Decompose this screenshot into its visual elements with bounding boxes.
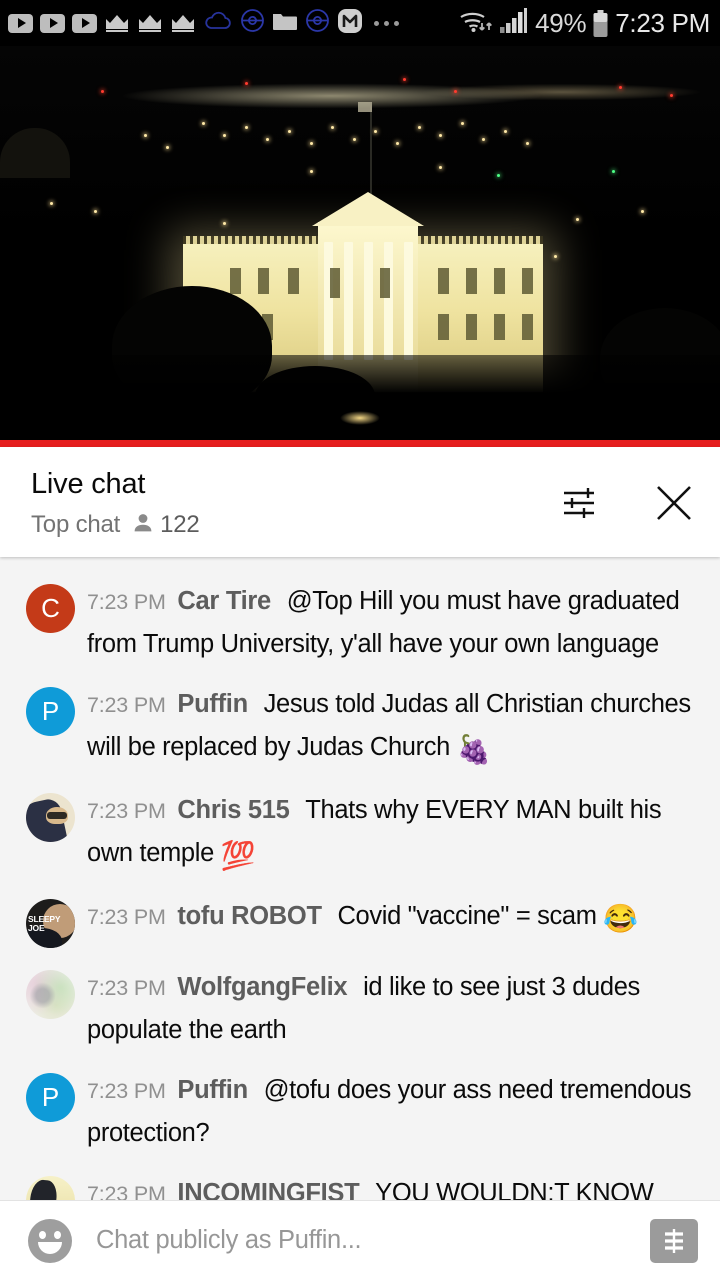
list-item[interactable]: 7:23 PM INCOMINGFIST YOU WOULDN;T KNOW C…	[0, 1163, 720, 1200]
viewer-count: 122	[160, 511, 200, 539]
chat-input[interactable]: Chat publicly as Puffin...	[72, 1226, 650, 1255]
list-item[interactable]: C 7:23 PM Car Tire @Top Hill you must ha…	[0, 571, 720, 674]
list-item[interactable]: P 7:23 PM Puffin @tofu does your ass nee…	[0, 1060, 720, 1163]
message-author[interactable]: Car Tire	[177, 587, 271, 615]
message-author[interactable]: Chris 515	[177, 796, 289, 824]
message-body: 7:23 PM Car Tire @Top Hill you must have…	[75, 580, 698, 665]
chat-settings-tune-icon[interactable]	[560, 481, 604, 525]
message-body: 7:23 PM Puffin Jesus told Judas all Chri…	[75, 683, 698, 771]
fountain-light	[340, 411, 380, 425]
message-timestamp: 7:23 PM	[87, 1079, 166, 1103]
crown-icon	[170, 12, 196, 34]
battery-percent-label: 49%	[535, 7, 587, 38]
super-chat-dollar-icon[interactable]	[650, 1218, 698, 1263]
message-author[interactable]: Puffin	[177, 1076, 248, 1104]
android-status-bar: 49% 7:23 PM	[0, 0, 720, 46]
message-text: Covid "vaccine" = scam	[337, 902, 597, 930]
message-body: 7:23 PM Chris 515 Thats why EVERY MAN bu…	[75, 789, 698, 877]
avatar[interactable]	[26, 1176, 75, 1200]
avatar[interactable]	[26, 970, 75, 1019]
message-body: 7:23 PM INCOMINGFIST YOU WOULDN;T KNOW C…	[75, 1172, 698, 1200]
emoji-smiley-icon[interactable]	[28, 1218, 72, 1263]
message-timestamp: 7:23 PM	[87, 905, 166, 929]
cloud-icon	[203, 10, 233, 37]
youtube-live-chat-screen: 49% 7:23 PM Live chat Top chat 122 C 7:2…	[0, 0, 720, 1280]
cellular-signal-icon	[499, 7, 529, 39]
list-item[interactable]: SLEEPY JOE 7:23 PM tofu ROBOT Covid "vac…	[0, 886, 720, 957]
chat-mode-selector[interactable]: Top chat	[31, 511, 120, 539]
page-title: Live chat	[31, 468, 146, 500]
grapes-emoji: 🍇	[456, 734, 492, 765]
chat-subheader: Top chat 122	[31, 511, 560, 539]
message-body: 7:23 PM tofu ROBOT Covid "vaccine" = sca…	[75, 895, 698, 940]
avatar[interactable]: SLEEPY JOE	[26, 899, 75, 948]
message-text: Thats why EVERY MAN built his own temple	[87, 796, 662, 867]
person-icon	[132, 512, 154, 539]
message-body: 7:23 PM Puffin @tofu does your ass need …	[75, 1069, 698, 1154]
avatar[interactable]: P	[26, 1073, 75, 1122]
folder-icon	[272, 10, 298, 36]
message-text: id like to see just 3 dudes populate the…	[87, 973, 640, 1044]
overflow-dots-icon	[370, 20, 403, 26]
wifi-data-transfer-icon	[459, 7, 493, 40]
message-timestamp: 7:23 PM	[87, 590, 166, 614]
status-bar-clock: 7:23 PM	[615, 7, 710, 38]
youtube-icon	[40, 13, 65, 33]
close-icon[interactable]	[652, 481, 696, 525]
avatar-initial: P	[41, 696, 60, 726]
viewer-count-group: 122	[132, 511, 200, 539]
chat-input-bar: Chat publicly as Puffin...	[0, 1200, 720, 1280]
hundred-points-emoji: 💯	[220, 840, 256, 871]
crown-icon	[137, 12, 163, 34]
youtube-icon	[72, 13, 97, 33]
message-text: @Top Hill you must have graduated from T…	[87, 587, 680, 658]
list-item[interactable]: P 7:23 PM Puffin Jesus told Judas all Ch…	[0, 674, 720, 780]
list-item[interactable]: 7:23 PM WolfgangFelix id like to see jus…	[0, 957, 720, 1060]
youtube-icon	[8, 13, 33, 33]
video-player[interactable]	[0, 46, 720, 447]
message-author[interactable]: tofu ROBOT	[177, 902, 322, 930]
message-author[interactable]: WolfgangFelix	[177, 973, 347, 1001]
message-timestamp: 7:23 PM	[87, 976, 166, 1000]
message-body: 7:23 PM WolfgangFelix id like to see jus…	[75, 966, 698, 1051]
live-chat-header: Live chat Top chat 122	[0, 447, 720, 557]
avatar[interactable]: C	[26, 584, 75, 633]
avatar-overlay-text: SLEEPY JOE	[28, 914, 61, 933]
pokeball-icon	[305, 8, 330, 38]
avatar[interactable]: P	[26, 687, 75, 736]
sunglasses-detail	[47, 812, 67, 819]
mega-m-icon	[337, 8, 363, 39]
battery-icon	[592, 9, 609, 37]
list-item[interactable]: 7:23 PM Chris 515 Thats why EVERY MAN bu…	[0, 780, 720, 886]
video-progress-bar[interactable]	[0, 440, 720, 447]
avatar-initial: P	[41, 1082, 60, 1112]
message-text: YOU WOULDN;T KNOW COOL IF IT KISSED YOU …	[375, 1179, 654, 1200]
chat-header-actions	[560, 469, 696, 525]
joy-tears-emoji: 😂	[603, 903, 638, 934]
message-timestamp: 7:23 PM	[87, 799, 166, 823]
avatar[interactable]	[26, 793, 75, 842]
avatar-initial: C	[41, 593, 60, 623]
crown-icon	[104, 12, 130, 34]
chat-header-text-group: Live chat Top chat 122	[31, 469, 560, 539]
message-timestamp: 7:23 PM	[87, 1182, 166, 1200]
message-author[interactable]: Puffin	[177, 690, 248, 718]
live-chat-message-list[interactable]: C 7:23 PM Car Tire @Top Hill you must ha…	[0, 557, 720, 1200]
lawn-foreground	[0, 355, 720, 447]
message-author[interactable]: INCOMINGFIST	[177, 1179, 359, 1200]
status-bar-notification-icons	[8, 8, 459, 39]
status-bar-system-icons: 49% 7:23 PM	[459, 7, 710, 40]
pokeball-icon	[240, 8, 265, 38]
message-timestamp: 7:23 PM	[87, 693, 166, 717]
